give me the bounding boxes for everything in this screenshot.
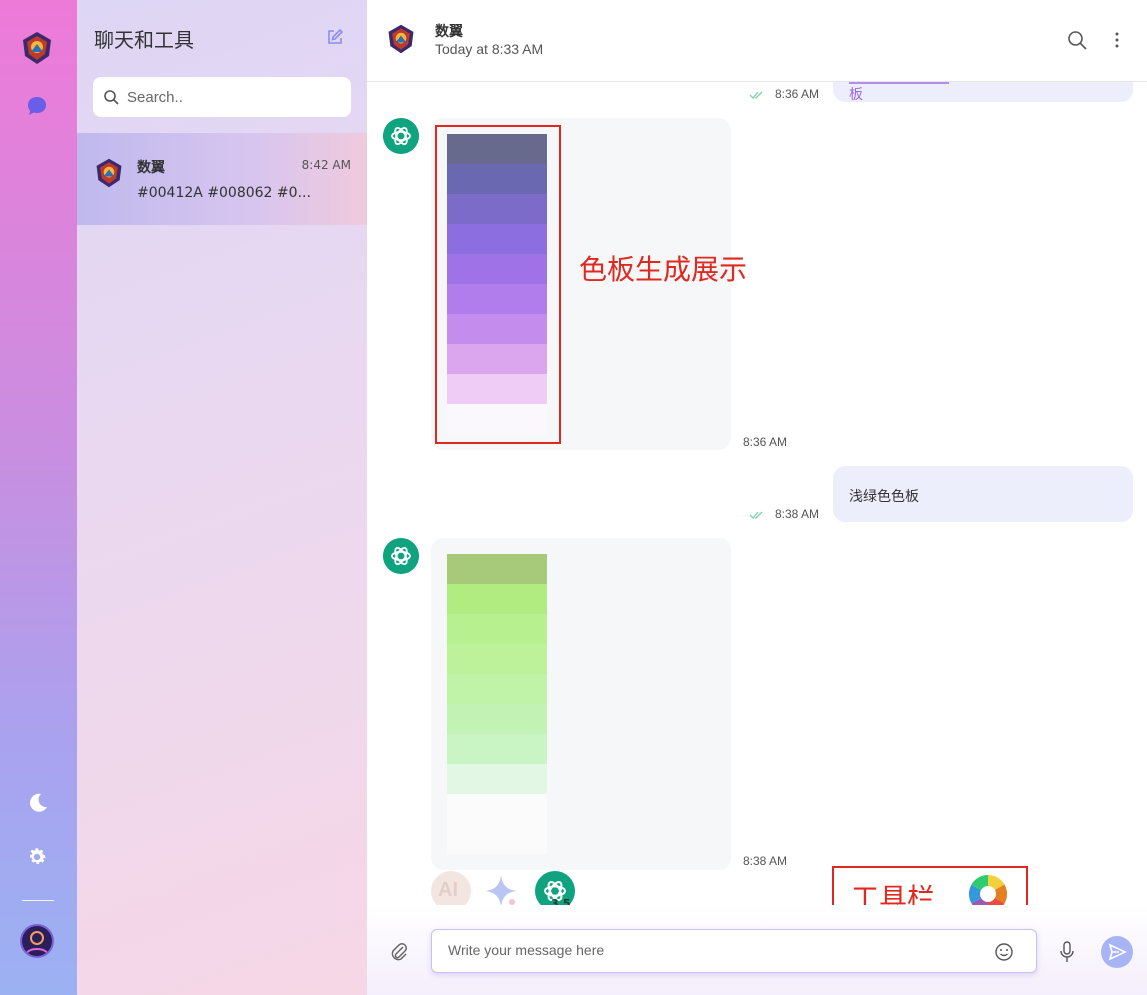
search-icon <box>104 90 119 105</box>
dark-mode-icon[interactable] <box>26 791 50 815</box>
chat-status: Today at 8:33 AM <box>435 41 544 57</box>
message-underline <box>849 82 949 84</box>
chat-header: 数翼 Today at 8:33 AM <box>367 0 1147 82</box>
color-swatch <box>447 644 547 674</box>
color-swatch <box>447 584 547 614</box>
sidebar-title: 聊天和工具 <box>94 28 194 52</box>
new-chat-icon[interactable] <box>326 28 344 46</box>
user-message: 浅绿色色板 <box>833 466 1133 522</box>
color-swatch <box>447 614 547 644</box>
user-message: 板 <box>833 82 1133 103</box>
assistant-avatar-icon <box>383 118 419 154</box>
assistant-message <box>431 538 731 870</box>
attachment-icon[interactable] <box>389 941 409 963</box>
app-rail <box>0 0 77 995</box>
color-swatch <box>447 674 547 704</box>
app-logo[interactable] <box>19 30 55 66</box>
assistant-avatar-icon <box>383 538 419 574</box>
chat-avatar <box>388 24 414 54</box>
conversation-preview: #00412A #008062 #0... <box>137 185 311 201</box>
color-swatch <box>447 704 547 734</box>
message-time: 8:38 AM <box>743 854 788 868</box>
search-box[interactable] <box>93 77 351 117</box>
conversation-avatar <box>96 158 122 188</box>
color-swatch <box>447 734 547 764</box>
send-button[interactable] <box>1101 936 1133 968</box>
anthropic-logo-icon: AI <box>438 879 458 901</box>
message-time: 8:38 AM <box>775 507 820 521</box>
conversation-item[interactable]: 数翼 8:42 AM #00412A #008062 #0... <box>77 133 367 225</box>
search-input[interactable] <box>127 88 327 106</box>
message-time: 8:36 AM <box>775 87 820 101</box>
user-silhouette-icon <box>25 931 49 956</box>
chat-panel: 数翼 Today at 8:33 AM 板 8:36 AM 8:36 AM 浅绿… <box>367 0 1147 995</box>
conversation-time: 8:42 AM <box>301 158 351 172</box>
message-text: 板 <box>849 87 863 103</box>
rail-divider <box>22 900 54 901</box>
user-avatar[interactable] <box>20 924 54 958</box>
more-options-icon[interactable] <box>1113 30 1121 50</box>
color-swatch <box>447 764 547 794</box>
microphone-icon[interactable] <box>1059 941 1075 963</box>
chat-icon[interactable] <box>26 95 48 117</box>
emoji-icon[interactable] <box>994 942 1014 962</box>
color-swatch <box>447 824 547 854</box>
palette-highlight-box <box>435 125 561 444</box>
color-swatch <box>447 794 547 824</box>
message-text: 浅绿色色板 <box>849 489 919 505</box>
composer-bar <box>367 905 1147 995</box>
chat-title: 数翼 <box>435 24 463 40</box>
read-check-icon <box>749 91 763 99</box>
read-check-icon <box>749 511 763 519</box>
message-time: 8:36 AM <box>743 435 788 449</box>
send-icon <box>1108 943 1127 961</box>
color-palette <box>447 554 547 854</box>
palette-annotation: 色板生成展示 <box>579 253 748 286</box>
conversation-name: 数翼 <box>137 160 165 176</box>
settings-icon[interactable] <box>26 846 48 868</box>
search-icon[interactable] <box>1067 30 1087 50</box>
color-swatch <box>447 554 547 584</box>
conversation-sidebar: 聊天和工具 数翼 8:42 AM #00412A #008062 #0... <box>77 0 367 995</box>
message-input-box[interactable] <box>431 929 1037 973</box>
message-input[interactable] <box>448 942 968 958</box>
